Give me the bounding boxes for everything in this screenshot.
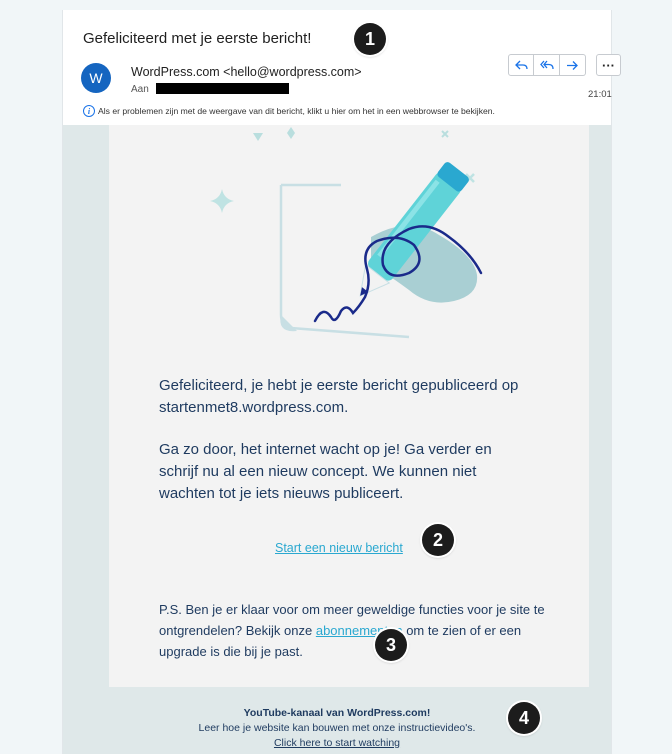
email-body: Gefeliciteerd, je hebt je eerste bericht… [63, 125, 611, 754]
ps-paragraph: P.S. Ben je er klaar voor om meer geweld… [159, 599, 569, 662]
callout-badge-2: 2 [422, 524, 454, 556]
forward-button[interactable] [560, 54, 586, 76]
pen-writing-illustration [210, 127, 483, 339]
message-paragraph-1: Gefeliciteerd, je hebt je eerste bericht… [159, 377, 519, 416]
reading-pane: Gefeliciteerd met je eerste bericht! W W… [62, 10, 621, 754]
info-bar[interactable]: i Als er problemen zijn met de weergave … [83, 105, 495, 117]
message-actions [508, 54, 586, 76]
forward-icon [567, 60, 578, 70]
reply-all-icon [539, 60, 554, 69]
reply-button[interactable] [508, 54, 534, 76]
reply-icon [514, 60, 528, 69]
callout-badge-4: 4 [508, 702, 540, 734]
recipient-redacted [156, 83, 289, 94]
callout-badge-3: 3 [375, 629, 407, 661]
more-options-button[interactable]: ··· [596, 54, 621, 76]
email-card: Gefeliciteerd, je hebt je eerste bericht… [109, 125, 589, 687]
start-watching-link[interactable]: Click here to start watching [63, 736, 611, 751]
message-paragraph-2: Ga zo door, het internet wacht op je! Ga… [159, 441, 492, 502]
sender-address[interactable]: WordPress.com <hello@wordpress.com> [131, 65, 362, 79]
callout-badge-1: 1 [354, 23, 386, 55]
recipient-label: Aan [131, 84, 149, 95]
start-new-post-link[interactable]: Start een nieuw bericht [275, 541, 403, 555]
email-subject: Gefeliciteerd met je eerste bericht! [83, 30, 312, 47]
reply-all-button[interactable] [534, 54, 560, 76]
info-bar-text[interactable]: Als er problemen zijn met de weergave va… [98, 106, 495, 116]
info-icon: i [83, 105, 95, 117]
sender-avatar: W [81, 63, 111, 93]
received-time: 21:01 [588, 89, 612, 100]
